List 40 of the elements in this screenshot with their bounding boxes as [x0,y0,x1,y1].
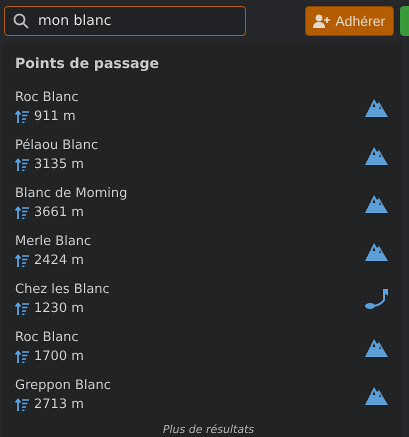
elevation-icon [15,254,29,267]
result-item[interactable]: Pélaou Blanc 3135 m [15,131,402,179]
mountain-icon [365,338,388,356]
elevation-value: 2713 m [34,397,84,412]
mountain-icon [365,386,388,404]
elevation-icon [15,110,29,123]
elevation-value: 3661 m [34,205,84,220]
elevation-icon [15,158,29,171]
elevation-icon [15,398,29,411]
more-results-link[interactable]: Plus de résultats [162,423,254,436]
result-item[interactable]: Merle Blanc 2424 m [15,227,402,275]
elevation-icon [15,302,29,315]
flag-icon [365,288,388,310]
place-name: Merle Blanc [15,234,92,249]
place-name: Pélaou Blanc [15,138,98,153]
place-name: Chez les Blanc [15,282,110,297]
result-item[interactable]: Blanc de Moming 3661 m [15,179,402,227]
result-item[interactable]: Roc Blanc 911 m [15,83,402,131]
elevation-icon [15,350,29,363]
mountain-icon [365,194,388,212]
section-heading: Points de passage [15,56,160,72]
elevation-value: 911 m [34,109,76,124]
result-item[interactable]: Chez les Blanc 1230 m [15,275,402,323]
elevation-value: 1700 m [34,349,84,364]
mountain-icon [365,242,388,260]
place-name: Roc Blanc [15,330,80,345]
elevation-icon [15,206,29,219]
place-name: Roc Blanc [15,90,79,105]
result-item[interactable]: Roc Blanc 1700 m [15,323,402,371]
add-user-icon [313,14,332,28]
mountain-icon [365,146,388,164]
elevation-value: 1230 m [34,301,84,316]
partial-button[interactable] [400,6,409,36]
result-item[interactable]: Greppon Blanc 2713 m [15,371,402,419]
elevation-value: 2424 m [34,253,84,268]
elevation-value: 3135 m [34,157,84,172]
search-field[interactable]: mon blanc [4,6,246,36]
place-name: Greppon Blanc [15,378,111,393]
mountain-icon [365,98,388,116]
place-name: Blanc de Moming [15,186,128,201]
